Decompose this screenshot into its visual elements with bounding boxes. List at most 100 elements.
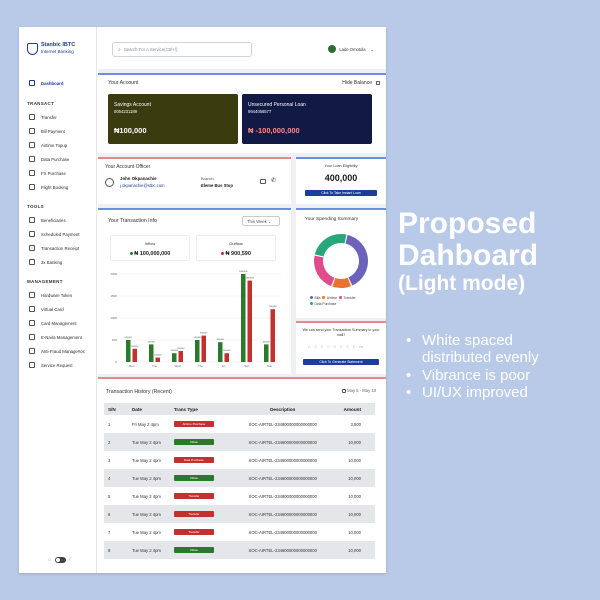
bar-outflow-tue[interactable] bbox=[155, 357, 161, 362]
cell-type: Inflow bbox=[169, 541, 222, 559]
history-title: Transaction History (Recent) bbox=[106, 389, 172, 395]
bar-inflow-mon[interactable] bbox=[126, 340, 131, 362]
bar-inflow-sat[interactable] bbox=[241, 274, 246, 362]
chevron-down-icon: ⌄ bbox=[370, 46, 374, 52]
x-tick-label: Wed bbox=[174, 364, 180, 368]
legend-transfer: Transfer bbox=[339, 296, 356, 300]
sidebar-item-transaction-receipt[interactable]: Transaction Receipt bbox=[29, 245, 79, 251]
donut-slice-data-purchase[interactable] bbox=[314, 234, 347, 257]
transfer-icon bbox=[29, 114, 35, 120]
bar-outflow-fri[interactable] bbox=[224, 353, 230, 362]
sidebar-item-fx-purchase[interactable]: FX Purchase bbox=[29, 170, 66, 176]
brand-logo[interactable]: Stanbic IBTC Internet Banking bbox=[27, 42, 75, 55]
message-icon[interactable] bbox=[260, 179, 266, 184]
table-row[interactable]: 2 Tue May 2 4pm Inflow SOC-AIRTEL-234800000… bbox=[104, 433, 375, 451]
cell-description: SOC-AIRTEL-234800000000000000 bbox=[221, 469, 340, 487]
bar-inflow-thu[interactable] bbox=[195, 340, 200, 362]
sidebar-item-data-purchase[interactable]: Data Purchase bbox=[29, 156, 69, 162]
bar-data-label: 200000 bbox=[171, 350, 179, 352]
period-select[interactable]: This Week ⌄ bbox=[242, 216, 280, 226]
theme-toggle[interactable] bbox=[54, 557, 66, 563]
loan-balance: ₦ -100,000,000 bbox=[248, 126, 300, 135]
bullet-item: Vibrance is poor bbox=[406, 367, 576, 385]
transaction-history-card: Transaction History (Recent) May 5 - May… bbox=[98, 377, 386, 573]
table-row[interactable]: 6 Tue May 2 4pm Transfer SOC-AIRTEL-2348000… bbox=[104, 505, 375, 523]
status-badge: Airtime Purchase bbox=[173, 421, 214, 427]
bar-outflow-sun[interactable] bbox=[270, 309, 276, 362]
table-row[interactable]: 1 Fri May 2 4pm Airtime Purchase SOC-AIRTEL… bbox=[104, 415, 375, 433]
x-tick-label: Tue bbox=[152, 364, 157, 368]
sidebar-item-3x-banking[interactable]: 3x Banking bbox=[29, 259, 62, 265]
x-tick-label: Thu bbox=[198, 364, 204, 368]
wallet-icon bbox=[29, 334, 35, 340]
take-loan-button[interactable]: Click To Take Instant Loan bbox=[305, 190, 377, 196]
bullet-item: UI/UX improved bbox=[406, 384, 576, 402]
table-header-row: S/N Date Trans Type Description Amount bbox=[104, 403, 375, 415]
y-tick-label: 1000 bbox=[110, 316, 117, 320]
cell-amount: 3,500 bbox=[350, 421, 361, 427]
eye-off-icon[interactable] bbox=[376, 81, 380, 85]
bar-data-label: 1850000 bbox=[245, 278, 254, 280]
table-row[interactable]: 7 Tue May 2 4pm Transfer SOC-AIRTEL-2348000… bbox=[104, 523, 375, 541]
sidebar-item-anti-fraud[interactable]: Anti-Fraud Manage#os bbox=[29, 348, 85, 354]
bar-inflow-wed[interactable] bbox=[172, 353, 177, 362]
brand-tagline: Internet Banking bbox=[41, 48, 74, 54]
sidebar-item-bill-payment[interactable]: Bill Payment bbox=[29, 128, 65, 134]
col-description: Description bbox=[221, 403, 340, 415]
cell-type: Data Purchase bbox=[170, 451, 222, 469]
sidebar-item-enaira[interactable]: E-Naira Management bbox=[29, 334, 82, 340]
sidebar-item-airtime[interactable]: Airtime Topup bbox=[29, 142, 67, 148]
sidebar-item-scheduled-payment[interactable]: Scheduled Payment bbox=[29, 231, 79, 237]
bar-inflow-fri[interactable] bbox=[218, 342, 223, 362]
col-amount: Amount bbox=[339, 403, 375, 415]
donut-slice-bills[interactable] bbox=[345, 234, 368, 286]
sidebar-item-transfer[interactable]: Transfer bbox=[29, 114, 57, 120]
loan-account-tile[interactable]: Unsecured Personal Loan 9944056577 ₦ -10… bbox=[242, 94, 372, 144]
table-row[interactable]: 3 Tue May 2 4pm Data Purchase SOC-AIRTEL-23… bbox=[104, 451, 375, 469]
table-row[interactable]: 5 Tue May 2 4pm Transfer SOC-AIRTEL-2348000… bbox=[104, 487, 375, 505]
cell-date: Tue May 2 4pm bbox=[127, 541, 170, 559]
sidebar-item-beneficiaries[interactable]: Beneficiaries bbox=[29, 217, 66, 223]
loan-eligibility-amount: 400,000 bbox=[324, 173, 358, 183]
sidebar-item-flight-booking[interactable]: Flight Booking bbox=[29, 184, 68, 190]
inflow-dot-icon bbox=[129, 252, 133, 255]
table-row[interactable]: 8 Tue May 2 4pm Inflow SOC-AIRTEL-234800000… bbox=[104, 541, 375, 559]
date-range-picker[interactable]: May 5 - May 18 bbox=[341, 388, 376, 393]
col-date: Date bbox=[127, 403, 170, 415]
theme-toggle-group: ☼ ☾ bbox=[47, 557, 73, 563]
bar-outflow-mon[interactable] bbox=[132, 348, 138, 362]
calendar-icon bbox=[29, 231, 35, 237]
statement-question: We can send your Transaction Summary to … bbox=[302, 328, 380, 337]
bar-outflow-wed[interactable] bbox=[178, 351, 184, 362]
cell-sn: 5 bbox=[108, 493, 111, 499]
cell-type: Transfer bbox=[169, 505, 222, 523]
loan-label: Unsecured Personal Loan bbox=[248, 102, 306, 108]
col-type: Trans Type bbox=[169, 403, 222, 415]
search-input[interactable]: ⌕ Search For A Service(Ctrl+/) bbox=[112, 42, 252, 57]
sidebar-item-dashboard[interactable]: Dashboard bbox=[29, 80, 63, 86]
legend-bills: Bills bbox=[310, 296, 321, 300]
sidebar-item-card-management[interactable]: Card Management bbox=[29, 320, 77, 326]
phone-icon[interactable]: ✆ bbox=[271, 177, 276, 184]
bill-icon bbox=[29, 128, 35, 134]
hide-balance-button[interactable]: Hide Balance bbox=[342, 80, 372, 86]
savings-account-tile[interactable]: Savings Account 0054231189 ₦100,000 bbox=[108, 94, 238, 144]
donut-slice-transfer[interactable] bbox=[314, 255, 335, 287]
bar-outflow-sat[interactable] bbox=[247, 280, 253, 362]
outflow-label: Outflow bbox=[229, 241, 243, 246]
bar-inflow-tue[interactable] bbox=[149, 344, 154, 362]
status-badge: Transfer bbox=[173, 529, 214, 535]
bar-outflow-thu[interactable] bbox=[201, 335, 207, 362]
sidebar-item-hardware-token[interactable]: Hardware Token bbox=[29, 292, 72, 298]
table-row[interactable]: 4 Tue May 2 4pm Inflow SOC-AIRTEL-234800000… bbox=[104, 469, 375, 487]
generate-statement-button[interactable]: Click To Generate Statement bbox=[303, 359, 379, 365]
sidebar-item-virtual-card[interactable]: Virtual Card bbox=[29, 306, 64, 312]
bar-inflow-sun[interactable] bbox=[264, 344, 269, 362]
loan-number: 9944056577 bbox=[248, 109, 272, 114]
donut-slice-airtime[interactable] bbox=[332, 277, 351, 288]
officer-email[interactable]: j.okpanachie@stbc.com bbox=[120, 183, 165, 188]
user-menu[interactable]: Lade Omotola ⌄ bbox=[328, 45, 374, 53]
transaction-info-title: Your Transaction Info bbox=[108, 218, 157, 224]
rating-row[interactable]: ⌂ ○ ○ ○ ○ ○ ○ ○ ▭ bbox=[308, 344, 364, 350]
sidebar-item-service-request[interactable]: Service Request bbox=[29, 362, 73, 368]
